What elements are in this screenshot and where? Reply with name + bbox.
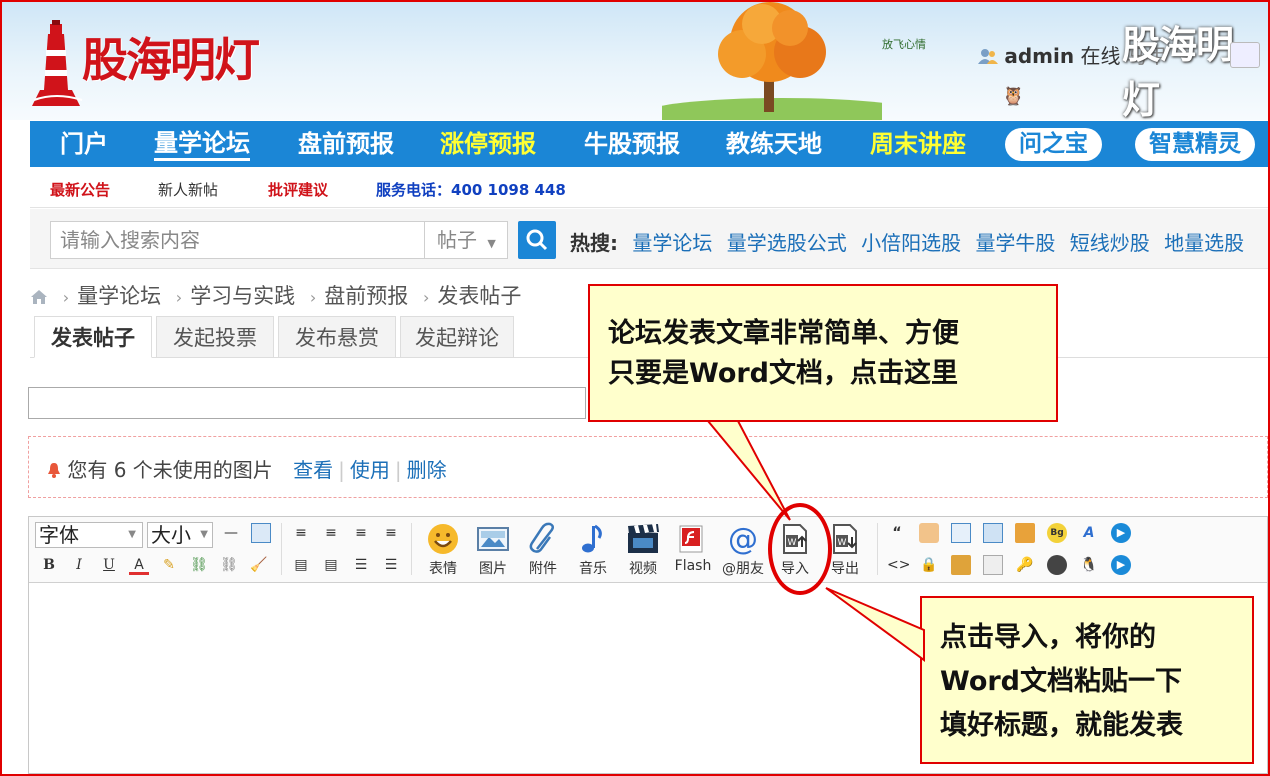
highlight-ring	[768, 503, 832, 595]
callout-pointers	[705, 420, 925, 662]
